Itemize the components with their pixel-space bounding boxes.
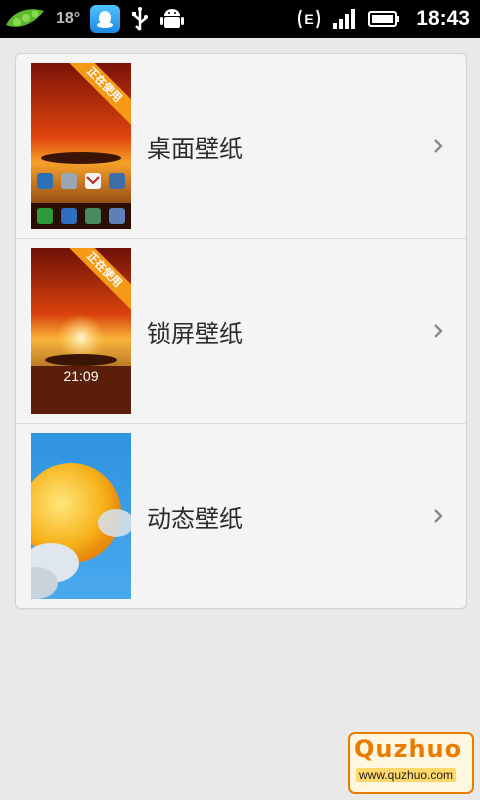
home-wallpaper-item[interactable]: 正在使用 桌面壁纸 (16, 54, 466, 239)
usb-icon (130, 6, 150, 32)
clock-text: 18:43 (416, 7, 470, 30)
home-wallpaper-label: 桌面壁纸 (147, 134, 243, 163)
status-bar: 18° E 18:43 (0, 0, 480, 38)
quzhuo-watermark: Quzhuo www.quzhuo.com (348, 732, 474, 794)
signal-strength-icon (332, 8, 358, 30)
chevron-right-icon (434, 139, 443, 153)
lockscreen-wallpaper-thumbnail: 21:09 正在使用 (31, 248, 131, 414)
watermark-url: www.quzhuo.com (356, 768, 457, 782)
network-type-text: E (305, 11, 314, 27)
temperature-text: 18° (56, 10, 81, 27)
lockscreen-clock-text: 21:09 (63, 368, 98, 384)
network-type-icon: E (296, 7, 322, 31)
home-wallpaper-thumbnail: 正在使用 (31, 63, 131, 229)
qq-icon (90, 5, 121, 33)
live-wallpaper-item[interactable]: 动态壁纸 (16, 424, 466, 608)
battery-icon (368, 10, 400, 28)
android-debug-icon (160, 6, 185, 32)
live-wallpaper-label: 动态壁纸 (147, 504, 243, 533)
chevron-right-icon (434, 324, 443, 338)
peapod-app-icon (4, 5, 46, 33)
chevron-right-icon (434, 509, 443, 523)
wallpaper-list-card: 正在使用 桌面壁纸 21:09 正在使用 锁屏壁纸 动态壁纸 (15, 53, 467, 609)
lockscreen-wallpaper-item[interactable]: 21:09 正在使用 锁屏壁纸 (16, 239, 466, 424)
watermark-title: Quzhuo (354, 735, 463, 763)
live-wallpaper-thumbnail (31, 433, 131, 599)
lockscreen-wallpaper-label: 锁屏壁纸 (147, 319, 243, 348)
